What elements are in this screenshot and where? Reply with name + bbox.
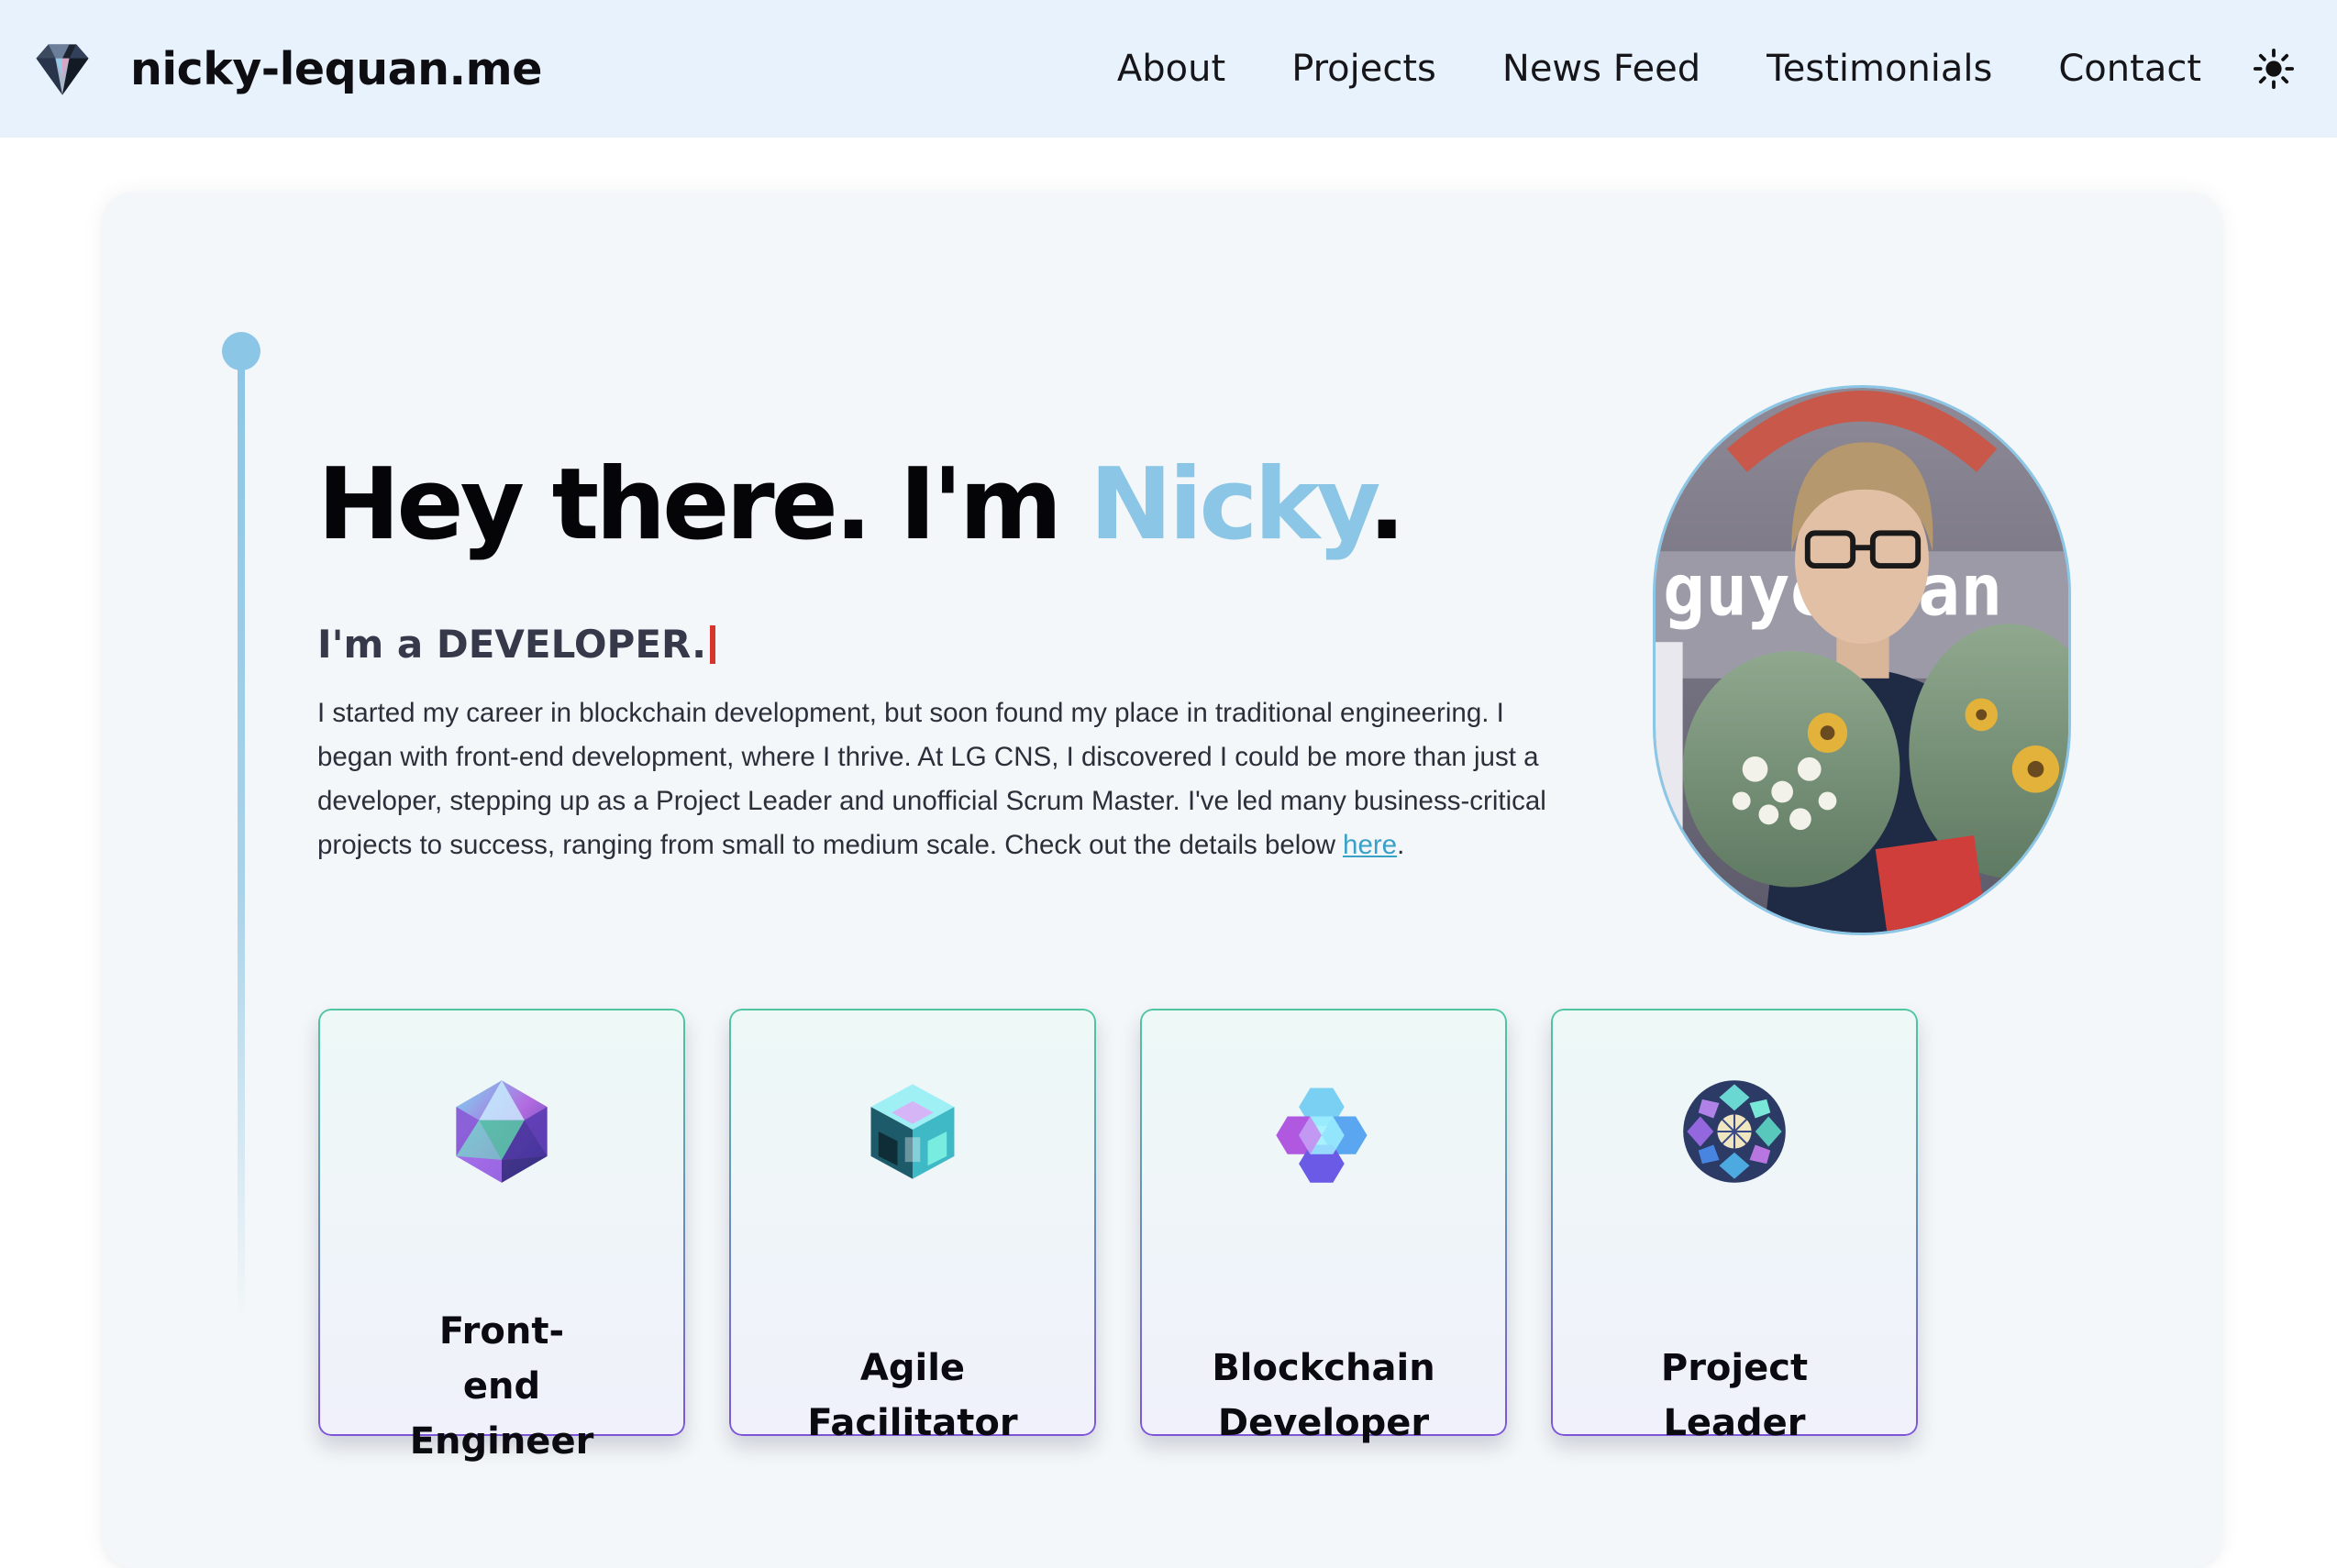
- typed-role-text: I'm a DEVELOPER.: [317, 622, 707, 667]
- timeline-dot: [222, 332, 260, 370]
- holographic-cube-icon: [870, 1084, 955, 1179]
- faceted-sphere-icon: [1683, 1080, 1786, 1183]
- role-card-blockchain-developer[interactable]: Blockchain Developer: [1140, 1009, 1507, 1444]
- bio-end: .: [1397, 830, 1405, 860]
- role-card-frontend-engineer[interactable]: Front- end Engineer: [318, 1009, 685, 1463]
- nav-projects[interactable]: Projects: [1291, 48, 1436, 90]
- role-label-line: Facilitator: [807, 1402, 1018, 1444]
- nav-news-feed[interactable]: News Feed: [1502, 48, 1700, 90]
- nav-about[interactable]: About: [1117, 48, 1225, 90]
- sun-icon[interactable]: [2253, 48, 2295, 90]
- crystal-icosahedron-icon: [456, 1080, 548, 1183]
- role-label: Agile Facilitator: [768, 1341, 1058, 1451]
- hero-title: Hey there. I'm Nicky.: [317, 447, 1406, 562]
- hero-title-suffix: .: [1368, 447, 1406, 562]
- bio-here-link[interactable]: here: [1343, 830, 1397, 860]
- role-label: Front- end Engineer: [384, 1304, 619, 1469]
- top-navbar: nicky-lequan.me About Projects News Feed…: [0, 0, 2337, 138]
- role-label-line: Agile: [859, 1347, 966, 1389]
- nav-testimonials[interactable]: Testimonials: [1767, 48, 1992, 90]
- role-label-line: Engineer: [409, 1420, 594, 1463]
- role-label: Blockchain Developer: [1179, 1341, 1468, 1451]
- brand-name: nicky-lequan.me: [130, 42, 542, 95]
- role-label-line: Blockchain: [1212, 1347, 1435, 1389]
- role-label: Project Leader: [1589, 1341, 1879, 1451]
- hero-subtitle: I'm a DEVELOPER.: [317, 622, 716, 667]
- main-nav: About Projects News Feed Testimonials Co…: [1117, 48, 2295, 90]
- role-label-line: Developer: [1217, 1402, 1430, 1444]
- hero-bio: I started my career in blockchain develo…: [317, 691, 1574, 867]
- role-label-line: Project: [1660, 1347, 1809, 1389]
- role-label-line: Front-: [438, 1310, 565, 1353]
- brand[interactable]: nicky-lequan.me: [28, 34, 542, 104]
- hero-title-prefix: Hey there. I'm: [317, 447, 1090, 562]
- role-card-project-leader[interactable]: Project Leader: [1551, 1009, 1918, 1444]
- role-card-agile-facilitator[interactable]: Agile Facilitator: [729, 1009, 1096, 1444]
- diamond-logo-icon: [36, 44, 89, 95]
- profile-photo-illustration: guye Van: [1656, 388, 2068, 933]
- timeline-line: [238, 367, 245, 1320]
- hero-title-name: Nicky: [1089, 447, 1372, 562]
- nav-contact[interactable]: Contact: [2058, 48, 2201, 90]
- role-label-line: Leader: [1663, 1402, 1806, 1444]
- profile-photo: guye Van: [1653, 385, 2071, 935]
- role-label-line: end: [462, 1365, 541, 1408]
- typing-cursor: [710, 624, 716, 664]
- hexagon-cluster-icon: [1276, 1088, 1368, 1183]
